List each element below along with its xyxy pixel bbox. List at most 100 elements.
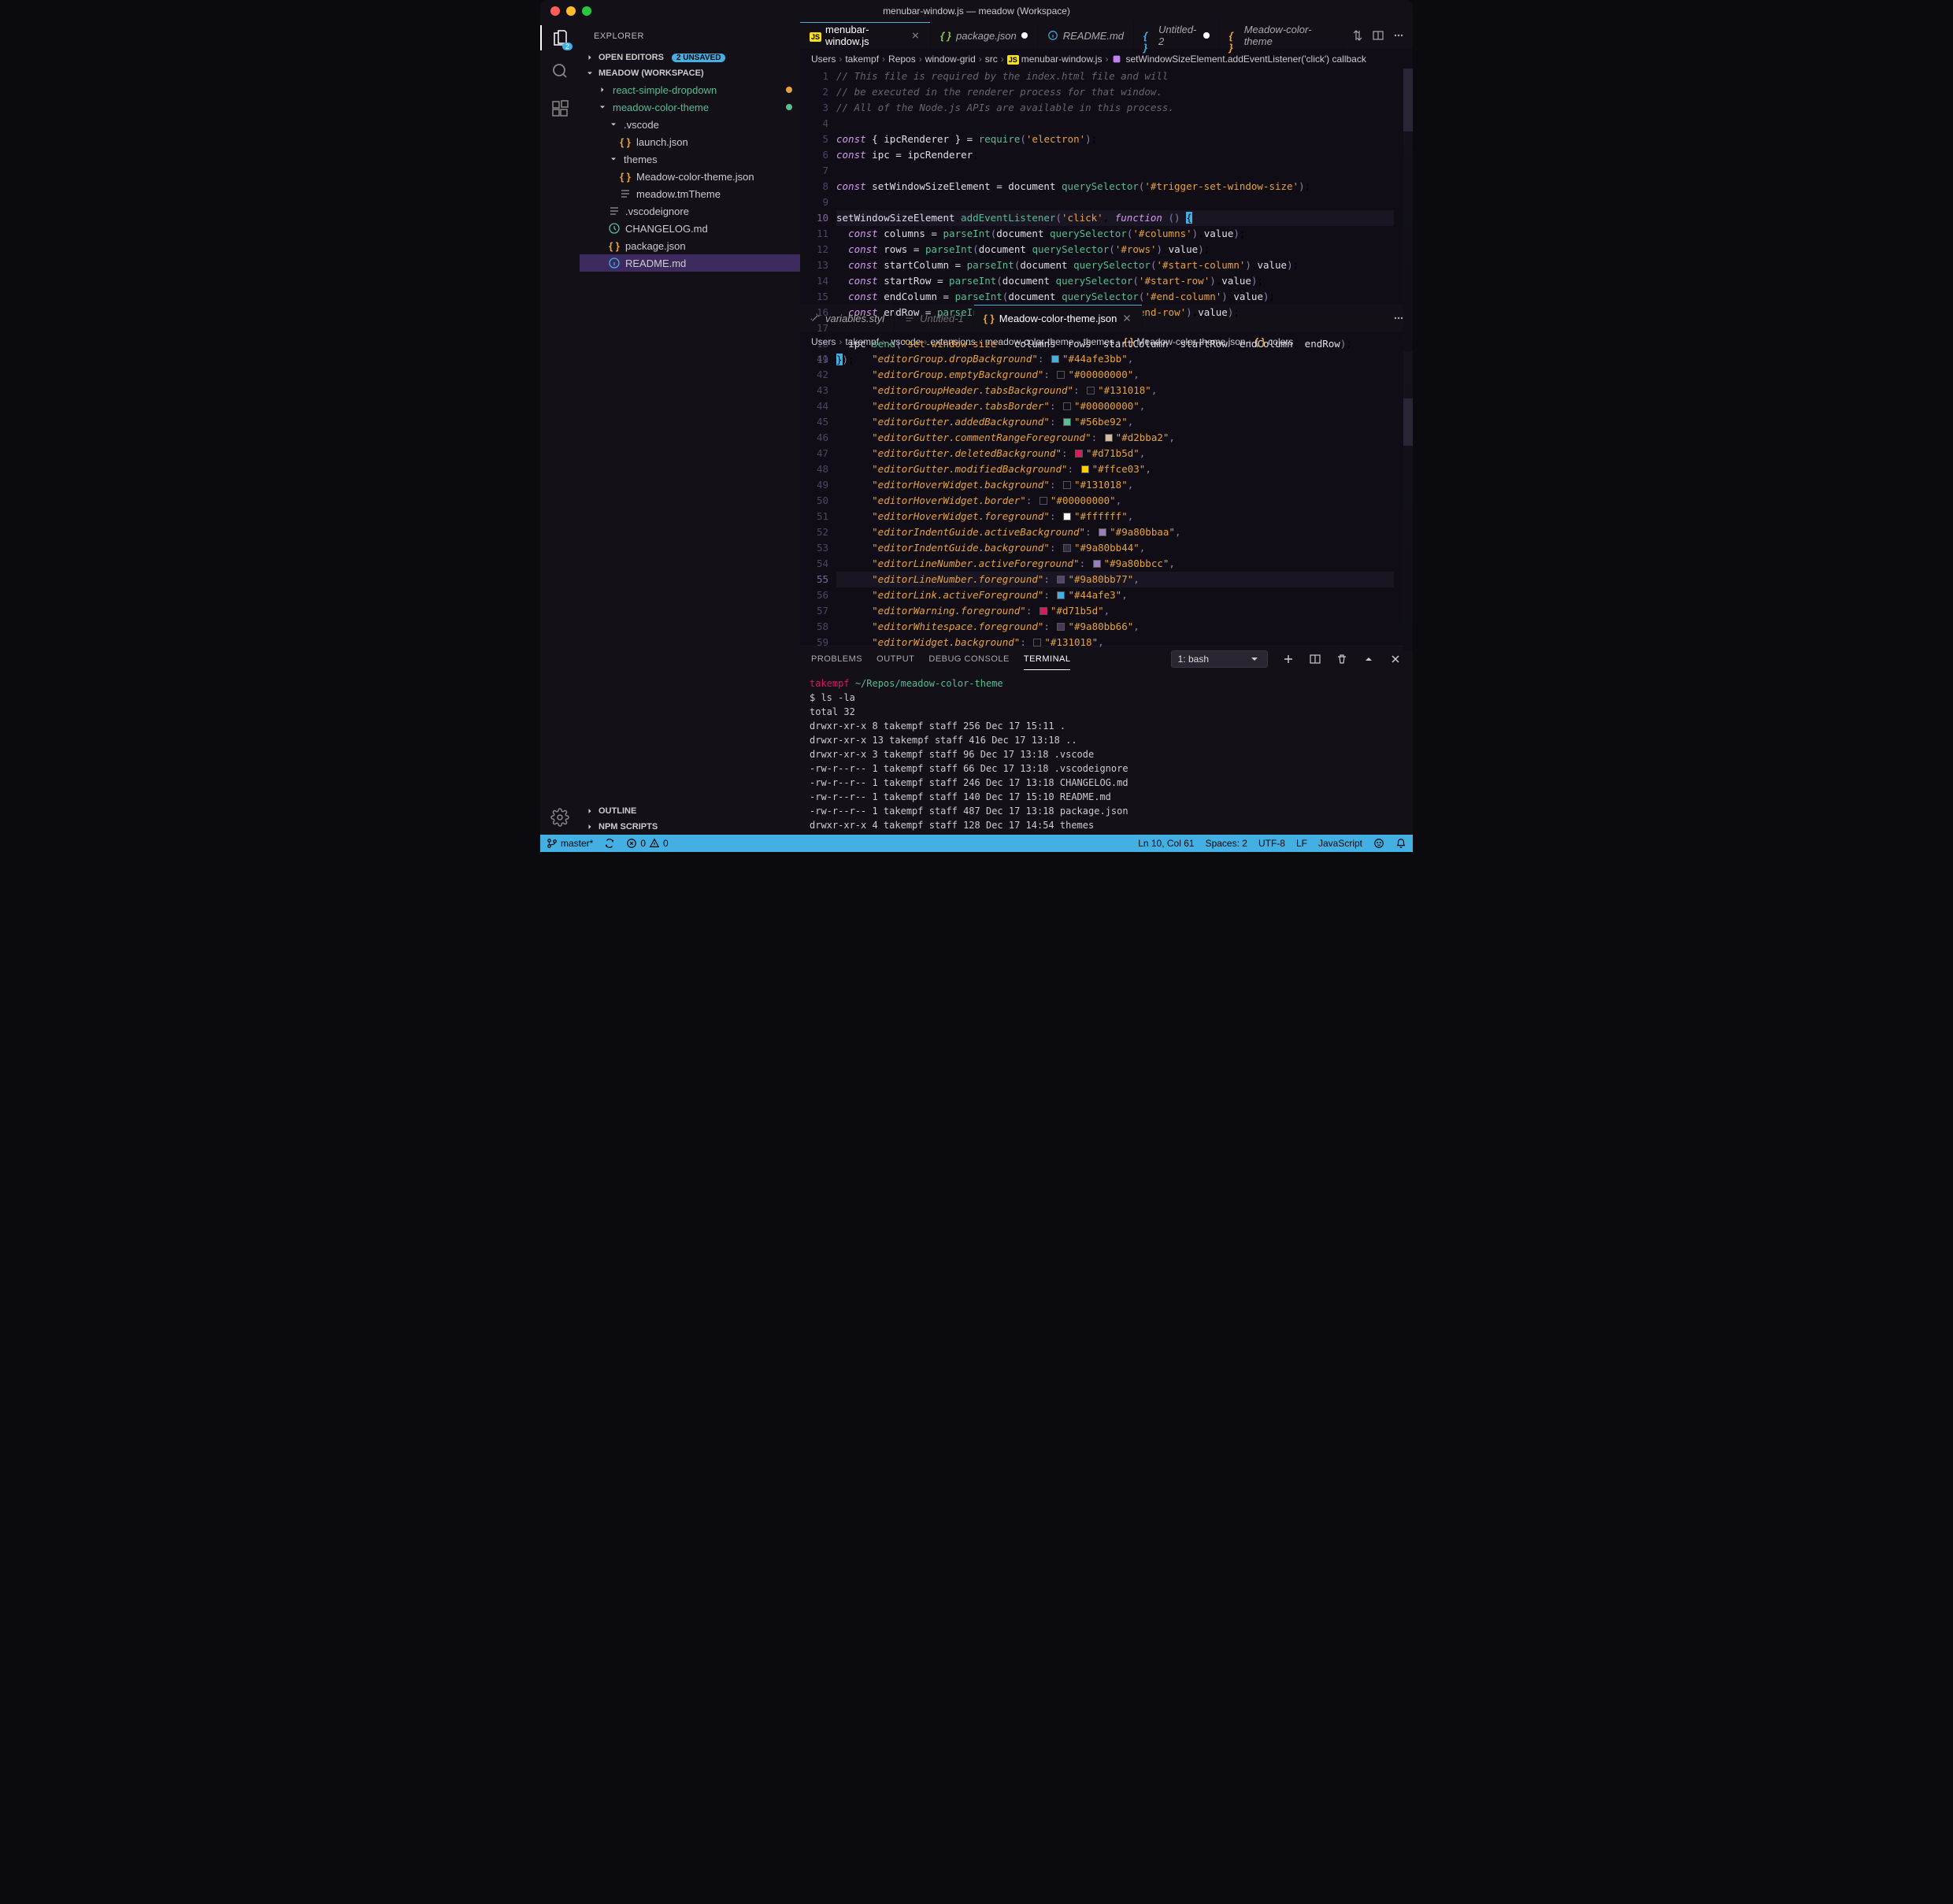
tree-item-label: README.md bbox=[625, 257, 794, 269]
unsaved-badge: 2 UNSAVED bbox=[672, 54, 726, 62]
editor-tab[interactable]: { }Untitled-2 bbox=[1134, 22, 1220, 49]
kill-terminal-icon[interactable] bbox=[1336, 653, 1348, 665]
chevron-down-icon bbox=[608, 119, 619, 130]
branch-status[interactable]: master* bbox=[547, 838, 593, 849]
editor-bottom[interactable]: 41424344454647484950515253545556575859 "… bbox=[800, 351, 1413, 646]
panel-tab[interactable]: DEBUG CONSOLE bbox=[928, 654, 1009, 664]
tree-item-label: react-simple-dropdown bbox=[613, 84, 781, 96]
crumb[interactable]: Repos bbox=[888, 54, 916, 65]
tree-item-label: Meadow-color-theme.json bbox=[636, 171, 794, 183]
workspace-section[interactable]: MEADOW (WORKSPACE) bbox=[580, 65, 800, 81]
feedback-icon[interactable] bbox=[1373, 838, 1384, 849]
chevron-down-icon bbox=[584, 68, 595, 79]
npm-scripts-section[interactable]: NPM SCRIPTS bbox=[580, 819, 800, 835]
language-mode[interactable]: JavaScript bbox=[1318, 838, 1362, 849]
tree-item[interactable]: { }Meadow-color-theme.json bbox=[580, 168, 800, 185]
editor-area: JSmenubar-window.js{ }package.jsonREADME… bbox=[800, 22, 1413, 835]
close-icon[interactable] bbox=[550, 6, 560, 16]
more-icon[interactable] bbox=[1392, 29, 1405, 42]
title-bar[interactable]: menubar-window.js — meadow (Workspace) bbox=[540, 0, 1413, 22]
terminal[interactable]: takempf ~/Repos/meadow-color-theme$ ls -… bbox=[800, 672, 1413, 835]
explorer-badge: 2 bbox=[562, 43, 573, 50]
vscode-window: menubar-window.js — meadow (Workspace) 2… bbox=[540, 0, 1413, 852]
window-title: menubar-window.js — meadow (Workspace) bbox=[883, 6, 1070, 17]
minimap[interactable] bbox=[1403, 351, 1413, 650]
crumb[interactable]: src bbox=[985, 54, 998, 65]
terminal-selector[interactable]: 1: bash bbox=[1171, 650, 1268, 668]
problems-status[interactable]: 0 0 bbox=[626, 838, 668, 849]
open-editors-section[interactable]: OPEN EDITORS 2 UNSAVED bbox=[580, 50, 800, 65]
crumb[interactable]: menubar-window.js bbox=[1021, 54, 1102, 65]
file-tree: react-simple-dropdown meadow-color-theme.… bbox=[580, 81, 800, 803]
split-terminal-icon[interactable] bbox=[1309, 653, 1321, 665]
clock-icon bbox=[608, 222, 621, 235]
tree-item[interactable]: meadow-color-theme bbox=[580, 98, 800, 116]
editor-tab[interactable]: README.md bbox=[1038, 22, 1134, 49]
tree-item[interactable]: meadow.tmTheme bbox=[580, 185, 800, 202]
tree-item[interactable]: README.md bbox=[580, 254, 800, 272]
braces-y-icon: { } bbox=[608, 239, 621, 252]
settings-gear-icon[interactable] bbox=[549, 806, 571, 828]
breadcrumb[interactable]: Users › takempf › Repos › window-grid › … bbox=[800, 50, 1413, 69]
extensions-activity-icon[interactable] bbox=[549, 98, 571, 120]
panel-tab[interactable]: TERMINAL bbox=[1024, 654, 1071, 664]
editor-top[interactable]: 12345678910111213141516171819 // This fi… bbox=[800, 69, 1413, 305]
editor-tab[interactable]: JSmenubar-window.js bbox=[800, 22, 931, 49]
maximize-icon[interactable] bbox=[582, 6, 591, 16]
tree-item[interactable]: themes bbox=[580, 150, 800, 168]
js-icon: JS bbox=[1007, 54, 1018, 65]
tab-label: README.md bbox=[1063, 30, 1124, 42]
braces-y-icon: { } bbox=[1229, 30, 1240, 41]
eol-status[interactable]: LF bbox=[1296, 838, 1307, 849]
close-icon[interactable] bbox=[910, 30, 921, 41]
tree-item-label: CHANGELOG.md bbox=[625, 223, 794, 235]
split-icon[interactable] bbox=[1372, 29, 1384, 42]
tree-item-label: .vscode bbox=[624, 119, 794, 131]
editor-tab[interactable]: { }package.json bbox=[931, 22, 1038, 49]
braces-g-icon: { } bbox=[940, 30, 951, 41]
branch-icon bbox=[547, 838, 558, 849]
tree-item[interactable]: .vscodeignore bbox=[580, 202, 800, 220]
close-panel-icon[interactable] bbox=[1389, 653, 1402, 665]
chevron-right-icon bbox=[597, 84, 608, 95]
compare-icon[interactable] bbox=[1351, 29, 1364, 42]
new-terminal-icon[interactable] bbox=[1282, 653, 1295, 665]
close-icon[interactable] bbox=[1121, 313, 1132, 324]
editor-tab[interactable]: variables.styl bbox=[800, 305, 895, 332]
editor-tab[interactable]: { } Meadow-color-theme bbox=[1220, 22, 1343, 49]
editor-tab[interactable]: { }Meadow-color-theme.json bbox=[974, 305, 1143, 332]
crumb[interactable]: takempf bbox=[845, 54, 879, 65]
tree-item[interactable]: CHANGELOG.md bbox=[580, 220, 800, 237]
explorer-activity-icon[interactable]: 2 bbox=[549, 27, 571, 49]
cursor-position[interactable]: Ln 10, Col 61 bbox=[1138, 838, 1194, 849]
chevron-up-icon[interactable] bbox=[1362, 653, 1375, 665]
braces-y-icon: { } bbox=[619, 135, 632, 148]
encoding-status[interactable]: UTF-8 bbox=[1258, 838, 1285, 849]
tree-item[interactable]: .vscode bbox=[580, 116, 800, 133]
sidebar-title: EXPLORER bbox=[580, 22, 800, 50]
tree-item-label: launch.json bbox=[636, 136, 794, 148]
tree-item-label: themes bbox=[624, 154, 794, 165]
panel-tab[interactable]: PROBLEMS bbox=[811, 654, 862, 664]
sync-status[interactable] bbox=[604, 838, 615, 849]
bell-icon[interactable] bbox=[1395, 838, 1406, 849]
minimize-icon[interactable] bbox=[566, 6, 576, 16]
outline-section[interactable]: OUTLINE bbox=[580, 803, 800, 819]
editor-tab[interactable]: Untitled-1 bbox=[895, 305, 974, 332]
indentation-status[interactable]: Spaces: 2 bbox=[1206, 838, 1247, 849]
info-icon bbox=[1047, 30, 1058, 41]
crumb[interactable]: Users bbox=[811, 54, 836, 65]
search-activity-icon[interactable] bbox=[549, 60, 571, 82]
minimap[interactable] bbox=[1403, 69, 1413, 368]
tree-item[interactable]: react-simple-dropdown bbox=[580, 81, 800, 98]
tab-label: Meadow-color-theme bbox=[1244, 24, 1333, 47]
tree-item[interactable]: { } launch.json bbox=[580, 133, 800, 150]
panel-tab[interactable]: OUTPUT bbox=[876, 654, 914, 664]
crumb[interactable]: setWindowSizeElement.addEventListener('c… bbox=[1125, 54, 1366, 65]
error-icon bbox=[626, 838, 637, 849]
chevron-down-icon bbox=[608, 154, 619, 165]
info-icon bbox=[608, 257, 621, 269]
tree-item[interactable]: { }package.json bbox=[580, 237, 800, 254]
chevron-down-icon bbox=[1248, 653, 1261, 665]
crumb[interactable]: window-grid bbox=[925, 54, 976, 65]
